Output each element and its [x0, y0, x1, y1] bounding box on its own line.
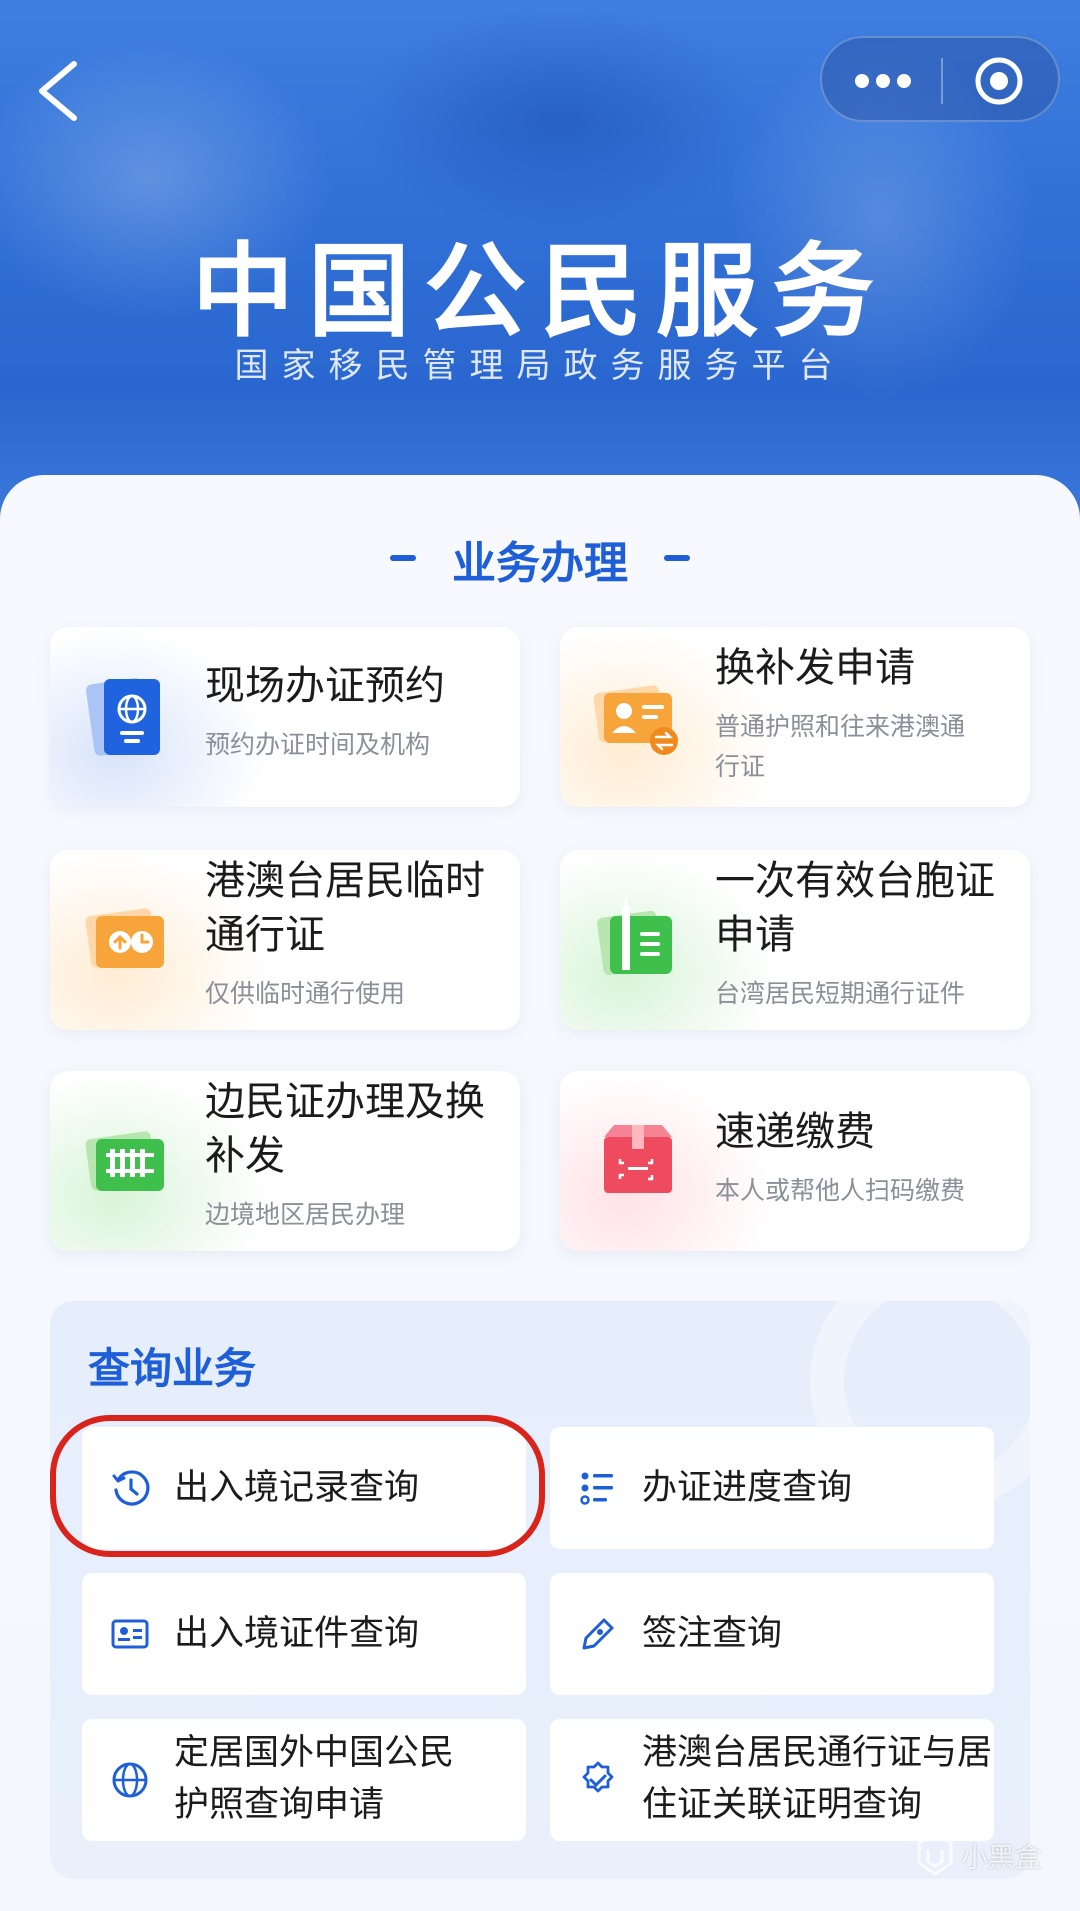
- mini-program-capsule: [820, 36, 1060, 122]
- passport-icon: [86, 678, 160, 756]
- id-card-exchange-icon: [593, 685, 678, 755]
- back-arrow-icon[interactable]: [30, 56, 90, 126]
- endorsement-tag-icon: [582, 1618, 614, 1650]
- title-dash-right: [664, 555, 690, 561]
- watermark-logo: 小黑盒: [915, 1830, 1055, 1880]
- card-title-line-1: 港澳台居民临时: [205, 858, 485, 904]
- business-section-title: 业务办理: [452, 538, 628, 589]
- query-travel-documents[interactable]: 出入境证件查询: [82, 1573, 526, 1695]
- card-onsite-appointment[interactable]: 现场办证预约 预约办证时间及机构: [50, 627, 520, 807]
- close-target-icon[interactable]: [972, 54, 1026, 108]
- query-endorsement[interactable]: 签注查询: [550, 1573, 994, 1695]
- card-desc-line-1: 普通护照和往来港澳通: [715, 712, 966, 741]
- id-card-icon: [111, 1619, 149, 1649]
- card-temporary-pass[interactable]: 港澳台居民临时 通行证 仅供临时通行使用: [50, 850, 520, 1030]
- taiwan-permit-icon: [597, 898, 672, 976]
- page-title: 中国公民服务: [192, 233, 888, 352]
- card-title: 现场办证预约: [205, 663, 445, 709]
- card-replacement-application[interactable]: 换补发申请 普通护照和往来港澳通 行证: [560, 627, 1030, 807]
- query-application-progress[interactable]: 办证进度查询: [550, 1427, 994, 1549]
- card-title-line-1: 一次有效台胞证: [715, 858, 995, 904]
- main-panel: 业务办理 现场办证预约 预约办证时间及机构 换补发申请 普通护照和往来港澳通 行…: [0, 475, 1080, 1911]
- more-options-icon[interactable]: [848, 56, 918, 106]
- query-label-line-1: 定居国外中国公民: [174, 1733, 455, 1773]
- highlight-annotation: [50, 1415, 545, 1557]
- query-section: 查询业务 出入境记录查询 办证进度查询 出入境证件查询 签注查询 定居国外中国公…: [50, 1301, 1030, 1879]
- card-title: 换补发申请: [715, 645, 915, 691]
- card-title: 速递缴费: [715, 1109, 875, 1155]
- card-desc: 边境地区居民办理: [205, 1200, 406, 1229]
- card-desc-line-2: 行证: [715, 752, 766, 781]
- query-section-title: 查询业务: [88, 1344, 257, 1393]
- card-taiwan-permit[interactable]: 一次有效台胞证 申请 台湾居民短期通行证件: [560, 850, 1030, 1030]
- card-border-resident-permit[interactable]: 边民证办理及换 补发 边境地区居民办理: [50, 1071, 520, 1251]
- card-desc: 预约办证时间及机构: [205, 730, 431, 759]
- query-permit-residence-link[interactable]: 港澳台居民通行证与居 住证关联证明查询: [550, 1719, 994, 1841]
- progress-list-icon: [580, 1472, 613, 1505]
- verified-badge-icon: [582, 1761, 614, 1793]
- watermark-icon: [917, 1832, 953, 1876]
- temporary-pass-icon: [85, 908, 164, 968]
- card-desc: 仅供临时通行使用: [205, 979, 406, 1008]
- query-label: 办证进度查询: [642, 1468, 853, 1508]
- query-label: 签注查询: [642, 1614, 783, 1654]
- query-label: 出入境证件查询: [174, 1614, 420, 1654]
- query-label-line-2: 住证关联证明查询: [642, 1785, 923, 1825]
- globe-icon: [112, 1762, 148, 1798]
- card-desc: 台湾居民短期通行证件: [715, 979, 966, 1008]
- query-overseas-passport[interactable]: 定居国外中国公民 护照查询申请: [82, 1719, 526, 1841]
- page-subtitle: 国家移民管理局政务服务平台: [234, 346, 846, 386]
- border-fence-icon: [85, 1131, 164, 1191]
- card-desc: 本人或帮他人扫码缴费: [715, 1176, 966, 1205]
- card-title-line-2: 申请: [715, 912, 795, 958]
- express-box-icon: [604, 1125, 672, 1193]
- query-label-line-2: 护照查询申请: [174, 1785, 385, 1825]
- capsule-divider: [941, 58, 943, 104]
- query-label-line-1: 港澳台居民通行证与居: [642, 1733, 993, 1773]
- card-express-payment[interactable]: 速递缴费 本人或帮他人扫码缴费: [560, 1071, 1030, 1251]
- card-title-line-1: 边民证办理及换: [205, 1079, 485, 1125]
- watermark-text: 小黑盒: [961, 1843, 1042, 1874]
- hero-banner: 中国公民服务 国家移民管理局政务服务平台: [0, 0, 1080, 520]
- card-title-line-2: 补发: [205, 1133, 285, 1179]
- card-title-line-2: 通行证: [205, 912, 325, 958]
